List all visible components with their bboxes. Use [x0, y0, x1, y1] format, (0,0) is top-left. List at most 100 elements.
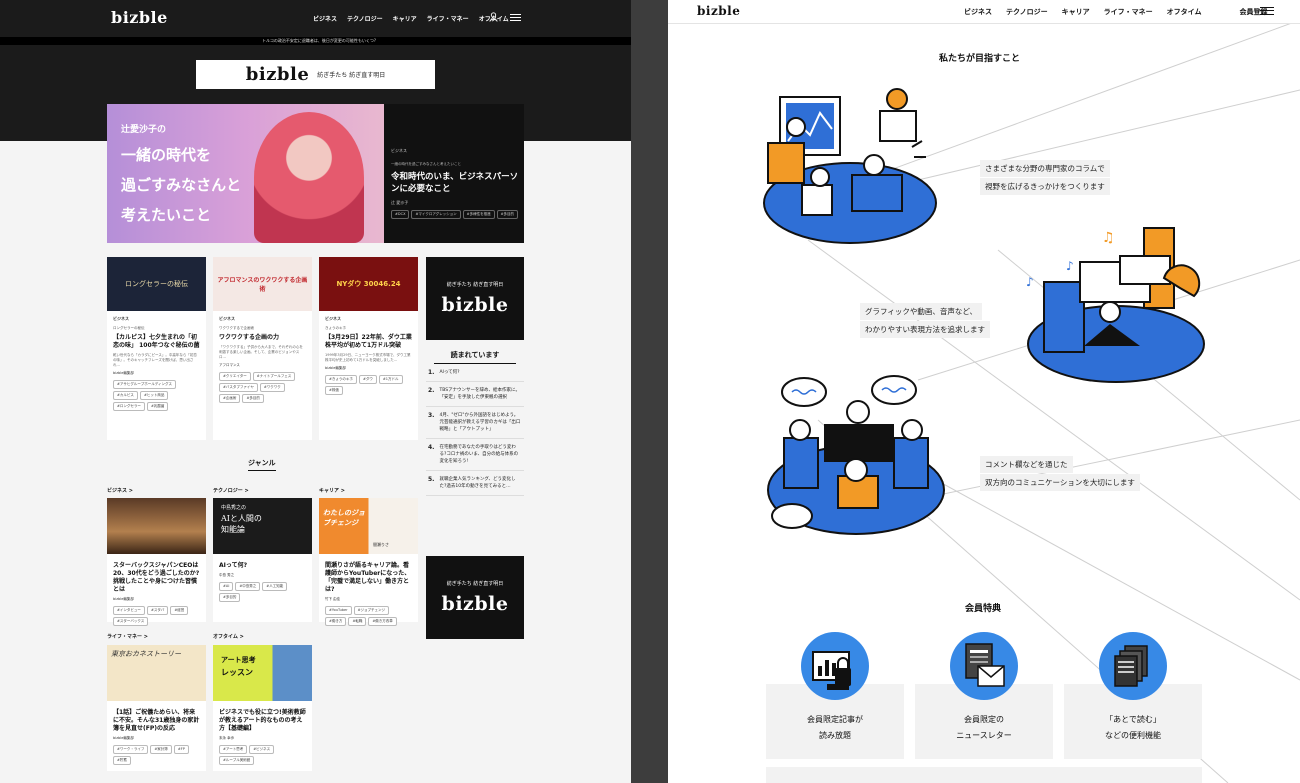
tag[interactable]: #クリエイター [219, 372, 251, 381]
tag[interactable]: #インタビュー [113, 606, 145, 615]
tag[interactable]: #ダウ [358, 375, 377, 384]
card-author[interactable]: bizble編集部 [325, 366, 412, 371]
rank-title[interactable]: 在宅勤務であなたの手取りはどう変わる?コロナ禍のいま、自分の給与体系の変化を知ろ… [439, 444, 522, 465]
card-author[interactable]: bizble編集部 [113, 736, 200, 741]
sidebar-ad-top[interactable]: 紡ぎ手たち 紡ぎ直す明日 bizble [426, 257, 524, 340]
genre-card[interactable]: わたしのジョブチェンジ 間瀬りさ 間瀬りさが語るキャリア論。看護師からYouTu… [319, 498, 418, 626]
genre-link-offtime[interactable]: オフタイム > [213, 633, 244, 640]
tag[interactable]: #スターバックス [113, 617, 149, 626]
tag[interactable]: #マイクロアグレッション [411, 210, 461, 219]
tag[interactable]: #乳酸菌 [146, 402, 169, 411]
news-ticker[interactable]: トルコの政治不安定に退職者は、後日が変更の可能性もいくつ? [0, 37, 631, 45]
rank-title[interactable]: 就職企業人気ランキング、どう変化した?過去10年の動きを見てみると… [439, 476, 522, 490]
nav-life-money[interactable]: ライフ・マネー [427, 14, 469, 23]
tag[interactable]: #AI [219, 582, 234, 591]
rank-title[interactable]: TBSアナウンサーを辞め、絵本作家に。「安定」を手放した伊東楓の選択 [439, 387, 522, 401]
sidebar-ad-bottom[interactable]: 紡ぎ手たち 紡ぎ直す明日 bizble [426, 556, 524, 639]
card-author[interactable]: 中島 秀之 [219, 573, 306, 578]
genre-link-life-money[interactable]: ライフ・マネー > [107, 633, 148, 640]
tag[interactable]: #企画術 [219, 394, 241, 403]
tag[interactable]: #人工知能 [262, 582, 288, 591]
rank-title[interactable]: 4月、"ゼロ"から外国語をはじめよう。元芸能通訳が教える学習のカギは「出口戦略」… [439, 412, 522, 433]
tag[interactable]: #アサヒグループホールディングス [113, 380, 176, 389]
tag[interactable]: #多目的 [242, 394, 264, 403]
user-icon[interactable] [489, 12, 498, 22]
ranking-item[interactable]: 5. 就職企業人気ランキング、どう変化した?過去10年の動きを見てみると… [426, 471, 524, 496]
hamburger-menu-icon[interactable] [510, 14, 521, 21]
tag[interactable]: #きょうのキホ [325, 375, 357, 384]
card-title[interactable]: スターバックスジャパンCEOは20、30代をどう過ごしたのか?挑戦したことや身に… [113, 562, 200, 594]
nav-business[interactable]: ビジネス [313, 14, 337, 23]
card-author[interactable]: bizble編集部 [113, 371, 200, 376]
hero-title[interactable]: 令和時代のいま、ビジネスパーソンに必要なこと [391, 171, 519, 195]
genre-link-business[interactable]: ビジネス > [107, 487, 133, 494]
hero-author[interactable]: 辻 愛沙子 [391, 200, 519, 206]
ranking-item[interactable]: 1. AIって何? [426, 364, 524, 382]
tag[interactable]: #多目的 [496, 210, 519, 219]
tag[interactable]: #アート思考 [219, 745, 248, 754]
tag[interactable]: #家計簿 [150, 745, 172, 754]
tag[interactable]: #ワーク・ライフ [113, 745, 149, 754]
nav-career[interactable]: キャリア [393, 14, 417, 23]
tag[interactable]: #1万ドル [378, 375, 403, 384]
nav-business[interactable]: ビジネス [964, 7, 992, 17]
tag[interactable]: #働き方改革 [368, 617, 397, 626]
tag[interactable]: #ジョブチェンジ [353, 606, 390, 615]
rank-title[interactable]: AIって何? [439, 369, 459, 376]
site-logo[interactable]: bizble [111, 8, 168, 27]
tag[interactable]: #株価 [325, 386, 343, 395]
article-card[interactable]: アフロマンスのワクワクする企画術 ビジネス ワクワクするで企画術 ワクワクする企… [213, 257, 312, 440]
tag[interactable]: #働き方 [325, 617, 347, 626]
top-banner[interactable]: bizble 紡ぎ手たち 紡ぎ直す明日 [196, 60, 435, 89]
tag[interactable]: #スタバ [146, 606, 169, 615]
ranking-item[interactable]: 3. 4月、"ゼロ"から外国語をはじめよう。元芸能通訳が教える学習のカギは「出口戦… [426, 407, 524, 439]
tag[interactable]: #多様性を推進 [462, 210, 495, 219]
nav-technology[interactable]: テクノロジー [347, 14, 383, 23]
card-title[interactable]: 間瀬りさが語るキャリア論。看護師からYouTuberになった、「完璧で満足しない… [325, 562, 412, 594]
article-card[interactable]: ロングセラーの秘伝 ビジネス ロングセラーの秘伝 【カルピス】七夕生まれの「初恋… [107, 257, 206, 440]
nav-life-money[interactable]: ライフ・マネー [1104, 7, 1153, 17]
genre-card[interactable]: スターバックスジャパンCEOは20、30代をどう過ごしたのか?挑戦したことや身に… [107, 498, 206, 626]
genre-link-career[interactable]: キャリア > [319, 487, 345, 494]
tag[interactable]: #中島秀之 [235, 582, 261, 591]
tag[interactable]: #転職 [348, 617, 367, 626]
tag[interactable]: #ビジネス [249, 745, 275, 754]
tag[interactable]: #DCX [391, 210, 410, 219]
tag[interactable]: #バスタブファイヤ [219, 383, 258, 392]
genre-card[interactable]: 東京おカネストーリー 【1話】ご祝儀ためらい、将来に不安。そんな31歳独身の家計… [107, 645, 206, 771]
ranking-item[interactable]: 2. TBSアナウンサーを辞め、絵本作家に。「安定」を手放した伊東楓の選択 [426, 382, 524, 407]
tag[interactable]: #YouTuber [325, 606, 352, 615]
tag[interactable]: #貯蓄 [113, 756, 131, 765]
tag[interactable]: #カルピス [113, 391, 138, 400]
card-title[interactable]: ワクワクする企画の力 [219, 334, 306, 342]
tag[interactable]: #経営 [170, 606, 189, 615]
genre-card[interactable]: アート思考 レッスン ビジネスでも役に立つ!美術教師が教えるアート的なものの考え… [213, 645, 312, 771]
tag[interactable]: #ヒット商品 [139, 391, 169, 400]
tag[interactable]: #ロングセラー [113, 402, 145, 411]
hero-feature[interactable]: 辻愛沙子の 一緒の時代を 過ごすみなさんと 考えたいこと ビジネス 一緒の時代を… [107, 104, 524, 243]
card-author[interactable]: 末永 幸歩 [219, 736, 306, 741]
nav-technology[interactable]: テクノロジー [1006, 7, 1048, 17]
card-title[interactable]: AIって何? [219, 562, 306, 570]
card-author[interactable]: 竹下 由佳 [325, 597, 412, 602]
nav-career[interactable]: キャリア [1062, 7, 1090, 17]
card-title[interactable]: ビジネスでも役に立つ!美術教師が教えるアート的なものの考え方【基礎編】 [219, 709, 306, 733]
genre-link-technology[interactable]: テクノロジー > [213, 487, 249, 494]
article-card[interactable]: NYダウ 30046.24 ビジネス きょうのキホ 【3月29日】22年前、ダウ… [319, 257, 418, 440]
card-title[interactable]: 【カルピス】七夕生まれの「初恋の味」 100年つなぐ秘伝の菌 [113, 334, 200, 350]
nav-offtime[interactable]: オフタイム [1167, 7, 1202, 17]
tag[interactable]: #ルーブル美術館 [219, 756, 255, 765]
ranking-item[interactable]: 4. 在宅勤務であなたの手取りはどう変わる?コロナ禍のいま、自分の給与体系の変化を… [426, 439, 524, 471]
tag[interactable]: #FP [173, 745, 189, 754]
card-title[interactable]: 【3月29日】22年前、ダウ工業株平均が初めて1万ドル突破 [325, 334, 412, 350]
hamburger-menu-icon[interactable] [1260, 7, 1274, 15]
tag[interactable]: #ナイトプールフェス [252, 372, 296, 381]
card-author[interactable]: bizble編集部 [113, 597, 200, 602]
card-title[interactable]: 【1話】ご祝儀ためらい、将来に不安。そんな31歳独身の家計簿を見直せ(FP)の反… [113, 709, 200, 733]
card-author[interactable]: アフロマンス [219, 363, 306, 368]
genre-card[interactable]: 中島秀之の AIと人間の 知能論 AIって何? 中島 秀之 #AI #中島秀之 … [213, 498, 312, 622]
tag[interactable]: #ワクワク [259, 383, 285, 392]
tag[interactable]: #多目的 [219, 593, 241, 602]
caption-line: わかりやすい表現方法を追求します [860, 321, 990, 338]
site-logo[interactable]: bizble [697, 4, 740, 18]
